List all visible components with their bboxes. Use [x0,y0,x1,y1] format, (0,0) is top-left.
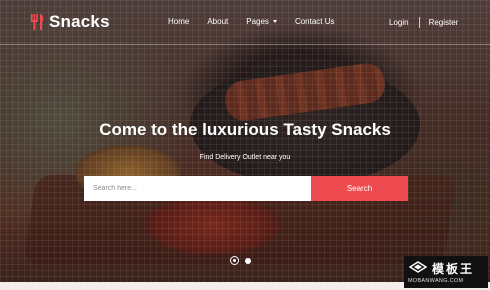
search-input[interactable] [84,176,311,201]
auth-divider [418,17,420,28]
watermark-url: MOBANWANG.COM [408,278,464,284]
search-button[interactable]: Search [311,176,408,201]
brand-logo[interactable]: Snacks [30,12,110,32]
fork-knife-icon [31,14,44,30]
register-link[interactable]: Register [429,18,459,27]
carousel-dot-1[interactable] [230,256,239,265]
top-navbar: Snacks Home About Pages Contact Us Login… [0,0,490,45]
headline-prefix: Come to the luxurious [99,120,279,139]
caret-down-icon [272,20,277,24]
watermark-logo-icon [409,261,427,273]
login-link[interactable]: Login [389,18,409,27]
hero-headline: Come to the luxurious Tasty Snacks [0,120,490,140]
main-nav: Home About Pages Contact Us [168,17,335,26]
watermark-badge: 模板王 MOBANWANG.COM [404,256,488,288]
headline-emphasis: Tasty Snacks [283,120,391,139]
nav-about[interactable]: About [207,17,228,26]
nav-pages-label: Pages [246,17,269,26]
carousel-dot-2[interactable] [245,257,251,264]
auth-links: Login Register [389,17,458,28]
watermark-title: 模板王 [432,262,475,276]
search-bar: Search [84,176,408,201]
nav-pages[interactable]: Pages [246,17,277,26]
hero-subheadline: Find Delivery Outlet near you [199,154,291,161]
brand-name: Snacks [49,12,110,31]
nav-contact[interactable]: Contact Us [295,17,335,26]
nav-home[interactable]: Home [168,17,189,26]
carousel-indicators [230,256,251,265]
